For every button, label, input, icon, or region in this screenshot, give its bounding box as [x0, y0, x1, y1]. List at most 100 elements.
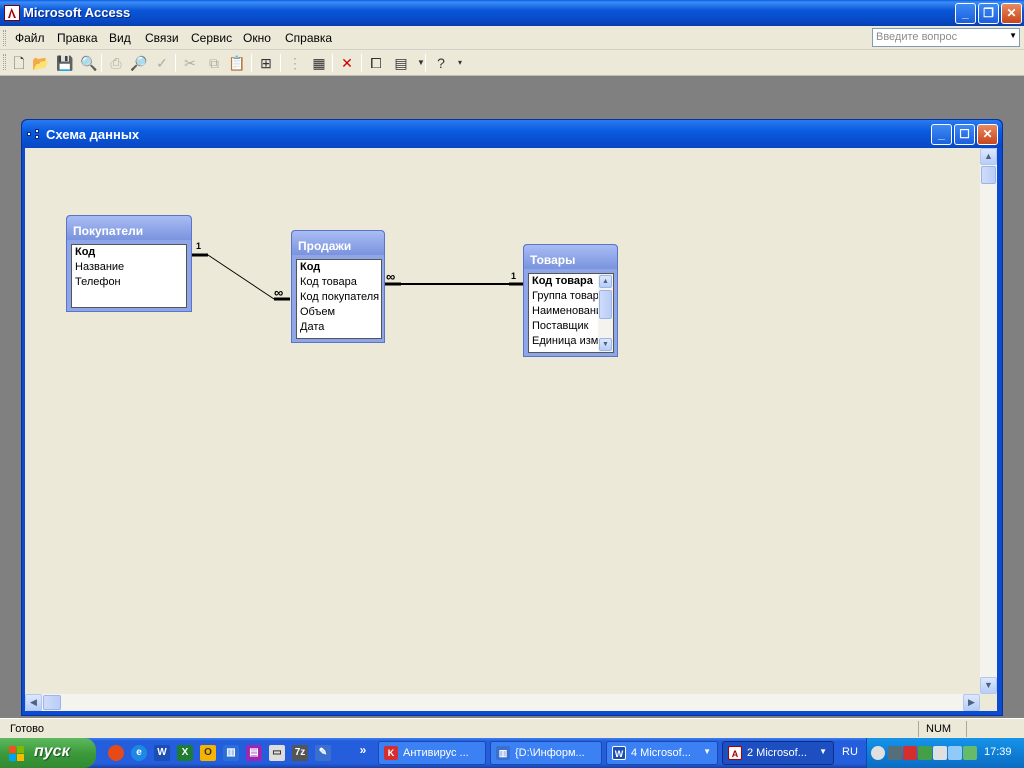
network-icon[interactable]: [933, 746, 947, 760]
table-products[interactable]: Товары Код товара Группа товар Наименова…: [523, 244, 618, 357]
save-icon[interactable]: 💾: [55, 53, 75, 73]
field-item[interactable]: Телефон: [72, 275, 186, 290]
scroll-left-button[interactable]: ◀: [25, 694, 42, 711]
taskbar-button-folder[interactable]: ▥ {D:\Информ...: [490, 741, 602, 765]
firefox-icon[interactable]: [108, 745, 124, 761]
winrar-icon[interactable]: ▤: [246, 745, 262, 761]
new-icon[interactable]: 🗋: [9, 53, 29, 73]
help-question-input[interactable]: Введите вопрос ▼: [872, 28, 1020, 47]
menu-grip[interactable]: [3, 30, 6, 46]
minimize-button[interactable]: _: [955, 3, 976, 24]
language-indicator[interactable]: RU: [842, 746, 858, 758]
field-item[interactable]: Группа товар: [529, 289, 599, 304]
kaspersky-icon[interactable]: [903, 746, 917, 760]
taskbar-button-word-group[interactable]: W 4 Microsof... ▼: [606, 741, 718, 765]
field-item[interactable]: Поставщик: [529, 319, 599, 334]
toolbar-grip[interactable]: [3, 54, 6, 70]
field-key[interactable]: Код товара: [529, 274, 599, 289]
window-maximize-button[interactable]: ☐: [954, 124, 975, 145]
relationship-many-label: ∞: [274, 285, 284, 300]
scrollbar-thumb[interactable]: [599, 290, 612, 319]
print-preview-icon[interactable]: 🔎: [129, 53, 149, 73]
chevron-down-icon[interactable]: ▼: [1009, 31, 1017, 40]
start-button[interactable]: пуск: [0, 738, 96, 768]
copy-icon[interactable]: ⧉: [204, 53, 224, 73]
usb-icon[interactable]: [948, 746, 962, 760]
help-icon[interactable]: ?: [431, 53, 451, 73]
chevron-down-icon[interactable]: ▾: [450, 53, 470, 73]
taskbar-button-access-group[interactable]: A 2 Microsof... ▼: [722, 741, 834, 765]
internet-explorer-icon[interactable]: e: [131, 745, 147, 761]
table-sales[interactable]: Продажи Код Код товара Код покупателя Об…: [291, 230, 385, 343]
outlook-icon[interactable]: O: [200, 745, 216, 761]
relationships-window-title-bar[interactable]: Схема данных _ ☐ ✕: [22, 120, 1002, 148]
scroll-right-button[interactable]: ▶: [963, 694, 980, 711]
menu-help[interactable]: Справка: [285, 31, 332, 45]
spelling-icon[interactable]: ✓: [152, 53, 172, 73]
relationships-window: Схема данных _ ☐ ✕ 1 ∞ ∞ 1 Покупатели Ко…: [21, 119, 1003, 716]
paint-icon[interactable]: ✎: [315, 745, 331, 761]
window-close-button[interactable]: ✕: [977, 124, 998, 145]
file-search-icon[interactable]: 🔍: [79, 53, 99, 73]
menu-relationships[interactable]: Связи: [145, 31, 179, 45]
chevron-down-icon[interactable]: ▼: [599, 338, 612, 351]
field-item[interactable]: Код товара: [297, 275, 381, 290]
open-icon[interactable]: 📂: [31, 53, 51, 73]
menu-file[interactable]: Файл: [15, 31, 45, 45]
clock[interactable]: 17:39: [984, 746, 1012, 758]
show-desktop-icon[interactable]: ▭: [269, 745, 285, 761]
show-all-icon[interactable]: ▦: [309, 53, 329, 73]
paste-icon[interactable]: 📋: [227, 53, 247, 73]
table-customers[interactable]: Покупатели Код Название Телефон: [66, 215, 192, 312]
field-item[interactable]: Код покупателя: [297, 290, 381, 305]
field-item[interactable]: Объем: [297, 305, 381, 320]
delete-icon[interactable]: ✕: [337, 53, 357, 73]
field-key[interactable]: Код: [297, 260, 381, 275]
access-app-icon[interactable]: [4, 5, 20, 21]
print-icon[interactable]: ⎙: [106, 53, 126, 73]
taskbar-button-antivirus[interactable]: K Антивирус ...: [378, 741, 486, 765]
restore-button[interactable]: ❐: [978, 3, 999, 24]
scroll-down-button[interactable]: ▼: [980, 677, 997, 694]
volume-icon[interactable]: [963, 746, 977, 760]
app-title-bar[interactable]: Microsoft Access _ ❐ ✕: [0, 0, 1024, 26]
horizontal-scroll-thumb[interactable]: [43, 695, 61, 710]
menu-edit[interactable]: Правка: [57, 31, 98, 45]
relationships-canvas[interactable]: 1 ∞ ∞ 1 Покупатели Код Название Телефон …: [25, 148, 980, 694]
new-object-icon[interactable]: ▤: [391, 53, 411, 73]
word-icon[interactable]: W: [154, 745, 170, 761]
table-title[interactable]: Продажи: [292, 231, 384, 255]
show-table-icon[interactable]: ⊞: [256, 53, 276, 73]
database-window-icon[interactable]: ⧠: [366, 53, 386, 73]
show-direct-icon[interactable]: ⋮: [285, 53, 305, 73]
tray-app-icon[interactable]: [918, 746, 932, 760]
menu-tools[interactable]: Сервис: [191, 31, 232, 45]
relationships-window-title: Схема данных: [46, 127, 140, 142]
field-item[interactable]: Название: [72, 260, 186, 275]
tray-app-icon[interactable]: [888, 746, 902, 760]
7zip-icon[interactable]: 7z: [292, 745, 308, 761]
close-button[interactable]: ✕: [1001, 3, 1022, 24]
field-item[interactable]: Наименовани: [529, 304, 599, 319]
chevron-right-icon[interactable]: »: [355, 742, 371, 758]
menu-view[interactable]: Вид: [109, 31, 131, 45]
field-list: Код Название Телефон: [71, 244, 187, 308]
excel-icon[interactable]: X: [177, 745, 193, 761]
table-title[interactable]: Покупатели: [67, 216, 191, 240]
vertical-scrollbar[interactable]: ▲ ▼: [980, 148, 997, 694]
horizontal-scrollbar[interactable]: ◀ ▶: [25, 694, 980, 711]
chevron-left-icon[interactable]: [871, 746, 885, 760]
field-item[interactable]: Дата: [297, 320, 381, 335]
menu-window[interactable]: Окно: [243, 31, 271, 45]
field-key[interactable]: Код: [72, 245, 186, 260]
field-list-scrollbar[interactable]: ▲ ▼: [598, 274, 613, 352]
window-minimize-button[interactable]: _: [931, 124, 952, 145]
table-title[interactable]: Товары: [524, 245, 617, 269]
chevron-down-icon[interactable]: ▼: [411, 53, 431, 73]
windows-explorer-icon[interactable]: ▥: [223, 745, 239, 761]
chevron-up-icon[interactable]: ▲: [599, 275, 612, 288]
field-item[interactable]: Единица изме: [529, 334, 599, 349]
vertical-scroll-thumb[interactable]: [981, 166, 996, 184]
scroll-up-button[interactable]: ▲: [980, 148, 997, 165]
cut-icon[interactable]: ✂: [180, 53, 200, 73]
